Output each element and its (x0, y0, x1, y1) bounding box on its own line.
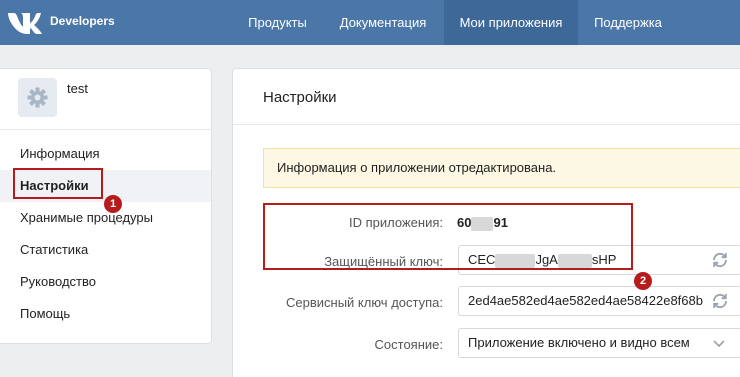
annotation-badge: 2 (634, 272, 652, 290)
service-key-field[interactable]: 2ed4ae582ed4ae582ed4ae58422e8f68b (458, 286, 740, 316)
title-divider (233, 124, 740, 125)
top-header: Developers Продукты Документация Мои при… (0, 0, 740, 45)
sidebar-item-guide[interactable]: Руководство (0, 266, 211, 298)
state-label: Состояние: (374, 337, 443, 352)
app-avatar[interactable] (18, 78, 57, 117)
nav-products[interactable]: Продукты (234, 0, 321, 45)
sidebar-divider (0, 129, 212, 130)
sidebar-item-info[interactable]: Информация (0, 138, 211, 170)
chevron-down-icon (713, 340, 725, 348)
refresh-icon[interactable] (711, 292, 729, 310)
vk-logo-icon[interactable] (6, 9, 42, 36)
app-name: test (67, 81, 88, 96)
highlight-box (263, 203, 633, 270)
gear-icon (27, 87, 48, 108)
sidebar-item-help[interactable]: Помощь (0, 298, 211, 330)
nav-my-apps[interactable]: Мои приложения (444, 0, 578, 45)
page-title: Настройки (263, 89, 337, 106)
annotation-badge: 1 (104, 195, 122, 213)
brand-title[interactable]: Developers (50, 14, 115, 28)
success-notice: Информация о приложении отредактирована. (263, 148, 740, 188)
state-select[interactable]: Приложение включено и видно всем (458, 328, 740, 358)
service-key-label: Сервисный ключ доступа: (286, 295, 443, 310)
highlight-box (13, 168, 103, 199)
nav-support[interactable]: Поддержка (583, 0, 673, 45)
nav-documentation[interactable]: Документация (327, 0, 439, 45)
sidebar-item-statistics[interactable]: Статистика (0, 234, 211, 266)
refresh-icon[interactable] (711, 251, 729, 269)
